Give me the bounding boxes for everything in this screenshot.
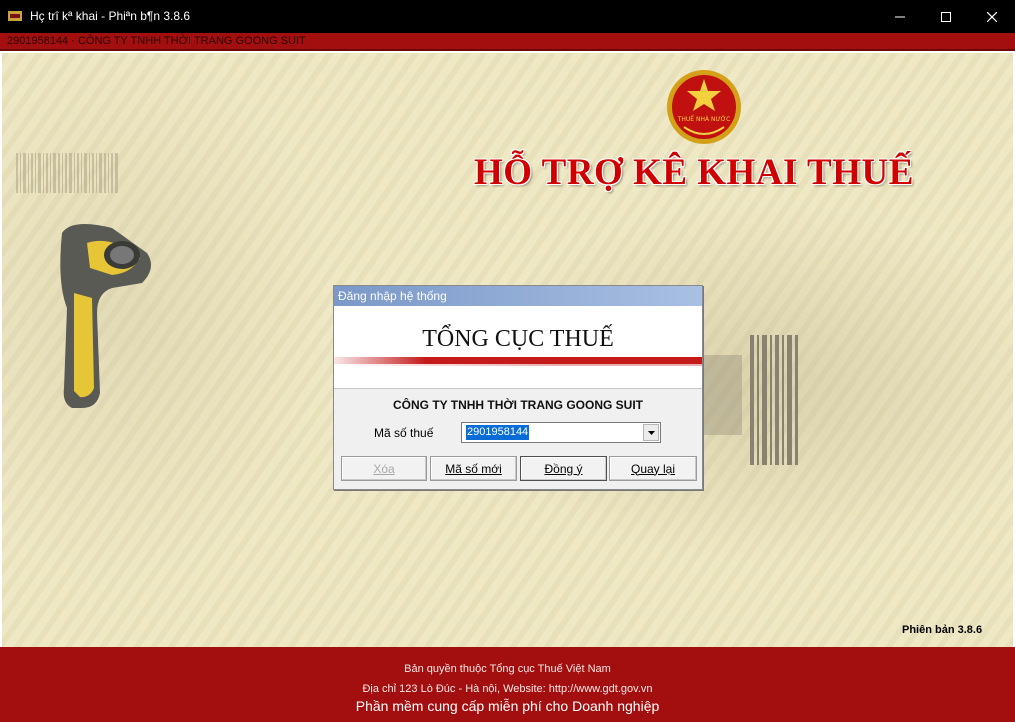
company-bar: 2901958144 · CÔNG TY TNHH THỜI TRANG GOO… <box>0 33 1015 51</box>
dialog-titlebar[interactable]: Đăng nhập hệ thống <box>334 286 702 306</box>
agree-button[interactable]: Đồng ý <box>520 456 607 481</box>
mst-label: Mã số thuế <box>374 426 434 440</box>
banner-stripe-shadow <box>334 364 702 366</box>
dialog-banner: TỔNG CỤC THUẾ <box>334 306 702 389</box>
footer-address: Địa chỉ 123 Lò Đúc - Hà nội, Website: ht… <box>362 683 653 695</box>
back-button[interactable]: Quay lại <box>609 456 697 481</box>
minimize-button[interactable] <box>877 0 923 33</box>
barcode-scanner-icon <box>60 224 152 408</box>
banner-stripe <box>334 357 702 364</box>
footer-tagline: Phần mềm cung cấp miễn phí cho Doanh ngh… <box>355 698 660 714</box>
chevron-down-icon <box>647 430 655 435</box>
new-mst-button-label: Mã số mới <box>445 461 502 476</box>
company-name: CÔNG TY TNHH THỜI TRANG GOONG SUIT <box>392 398 643 412</box>
back-button-label: Quay lại <box>630 461 676 476</box>
maximize-icon <box>941 11 951 22</box>
barcode-decoration <box>16 153 118 193</box>
company-bar-text: 2901958144 · CÔNG TY TNHH THỜI TRANG GOO… <box>7 35 306 47</box>
window-titlebar: Hç trî kª khai - Phiªn b¶n 3.8.6 <box>0 0 1015 33</box>
page-headline: HỖ TRỢ KÊ KHAI THUẾ <box>474 152 914 193</box>
footer-copyright: Bản quyền thuộc Tổng cục Thuế Việt Nam <box>404 663 611 675</box>
close-button[interactable] <box>969 0 1015 33</box>
maximize-button[interactable] <box>923 0 969 33</box>
agree-button-label: Đồng ý <box>544 461 583 476</box>
mst-select[interactable]: 2901958144 <box>461 422 661 443</box>
footer: Bản quyền thuộc Tổng cục Thuế Việt Nam Đ… <box>0 647 1015 722</box>
dialog-title: Đăng nhập hệ thống <box>338 289 447 303</box>
delete-button[interactable]: Xóa <box>341 456 427 481</box>
mst-select-value: 2901958144 <box>466 425 530 440</box>
minimize-icon <box>895 16 905 17</box>
national-emblem-icon: THUẾ NHÀ NƯỚC <box>667 70 741 144</box>
version-label: Phiên bản 3.8.6 <box>902 624 983 636</box>
login-dialog: Đăng nhập hệ thống TỔNG CỤC THUẾ CÔNG TY… <box>333 285 703 490</box>
dropdown-arrow-button[interactable] <box>643 424 659 441</box>
new-mst-button[interactable]: Mã số mới <box>430 456 517 481</box>
barcode-3d-decoration <box>702 335 798 465</box>
brand-title: TỔNG CỤC THUẾ <box>422 326 614 352</box>
window-title: Hç trî kª khai - Phiªn b¶n 3.8.6 <box>30 9 191 23</box>
emblem-text: THUẾ NHÀ NƯỚC <box>677 115 731 123</box>
delete-button-label: Xóa <box>373 461 395 476</box>
close-icon <box>987 11 997 22</box>
app-logo-icon <box>8 11 22 21</box>
